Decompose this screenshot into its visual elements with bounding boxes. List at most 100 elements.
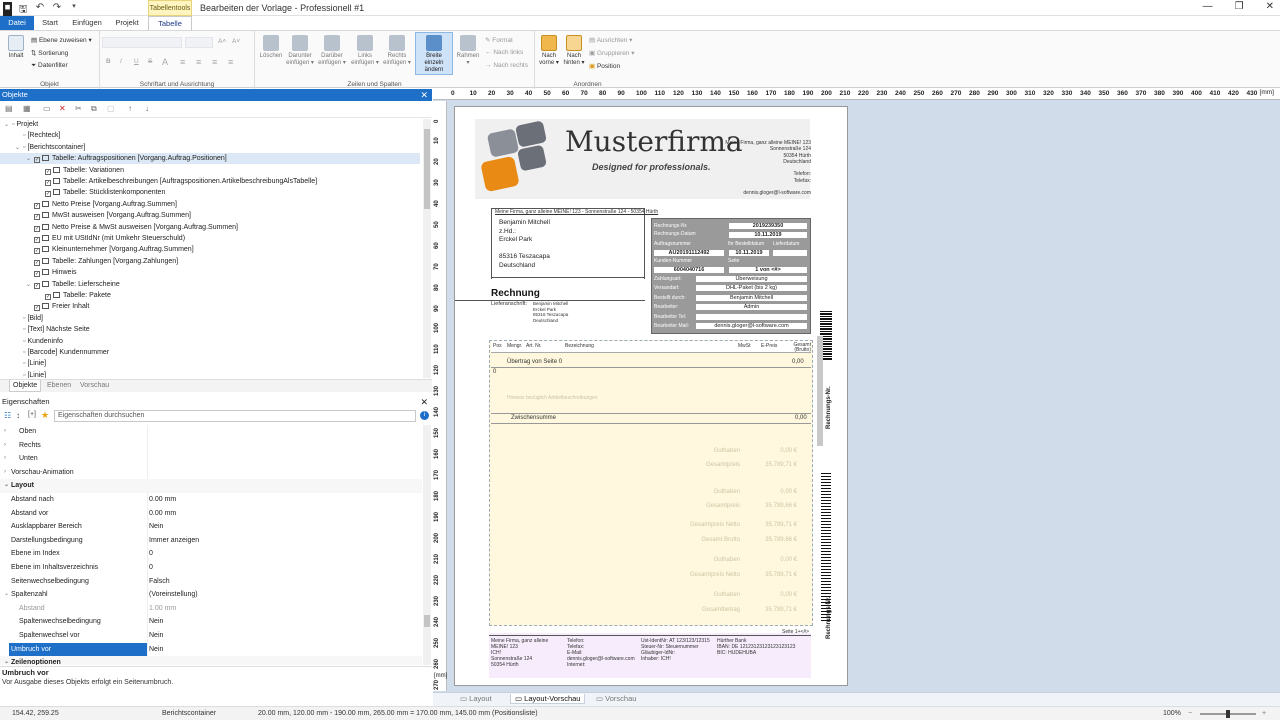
property-row[interactable]: ⌄ Spaltenzahl (Voreinstellung) [0, 588, 422, 602]
shrink-font-button[interactable]: A˅ [232, 38, 240, 45]
breite-einzeln-button[interactable]: Breite einzeln ändern [415, 32, 453, 75]
property-value[interactable]: Nein [149, 643, 163, 657]
tree-checkbox[interactable]: ✓ [45, 294, 51, 300]
property-row[interactable]: Ebene im Inhaltsverzeichnis 0 [0, 561, 422, 575]
property-value[interactable]: (Voreinstellung) [149, 588, 198, 602]
bold-button[interactable]: B [106, 58, 111, 65]
align-justify-icon[interactable]: ≡ [228, 57, 233, 67]
tree-checkbox[interactable]: ✓ [45, 191, 51, 198]
tree-item[interactable]: ✓ Tabelle: Artikelbeschreibungen [Auftrag… [37, 176, 317, 187]
property-value[interactable]: 0.00 mm [149, 493, 176, 507]
nach-hinten-button[interactable]: Nach hinten ▾ [562, 35, 586, 67]
delete-icon[interactable]: ✕ [59, 104, 66, 113]
underline-button[interactable]: U [134, 58, 139, 65]
nach-rechts-button[interactable]: → Nach rechts [485, 62, 528, 69]
property-row[interactable]: › Vorschau-Animation [0, 465, 422, 480]
tree-item[interactable]: ▫ [Bild] [15, 313, 43, 324]
property-row[interactable]: Abstand vor 0.00 mm [0, 506, 422, 521]
tree-expander-icon[interactable]: ⌄ [26, 154, 34, 165]
property-value[interactable]: Immer anzeigen [149, 534, 199, 548]
gruppieren-button[interactable]: ▣ Gruppieren ▾ [589, 49, 635, 57]
property-row[interactable]: Abstand nach 0.00 mm [0, 493, 422, 507]
canvas-scrollbar[interactable] [816, 326, 824, 696]
property-value[interactable]: 0 [149, 547, 153, 561]
move-up-icon[interactable]: ↑ [128, 104, 132, 113]
paste-icon[interactable]: ▢ [107, 104, 115, 113]
property-row[interactable]: Abstand 1.00 mm [0, 601, 422, 616]
tab-layout[interactable]: ▭ Layout [460, 694, 492, 703]
property-value[interactable]: Falsch [149, 575, 170, 589]
tree-checkbox[interactable]: ✓ [34, 202, 40, 209]
tree-checkbox[interactable]: ✓ [34, 248, 40, 255]
align-center-icon[interactable]: ≡ [196, 57, 201, 67]
tab-vorschau[interactable]: ▭ Vorschau [596, 694, 636, 703]
tab-start[interactable]: Start [36, 16, 64, 30]
tree-checkbox[interactable]: ✓ [34, 225, 40, 232]
tree-item[interactable]: ▫ Kundeninfo [15, 336, 63, 347]
tree-scrollbar[interactable] [423, 119, 431, 378]
close-button[interactable]: ✕ [1266, 1, 1274, 12]
nach-links-button[interactable]: ← Nach links [485, 49, 523, 56]
tree-checkbox[interactable]: ✓ [45, 180, 51, 186]
tree-expander-icon[interactable]: ⌄ [15, 143, 23, 154]
tree-checkbox[interactable]: ✓ [34, 214, 40, 221]
zoom-out-button[interactable]: − [1188, 707, 1192, 721]
tree-checkbox[interactable]: ✓ [34, 237, 40, 243]
align-left-icon[interactable]: ≡ [180, 57, 185, 67]
format-button[interactable]: ✎ Format [485, 36, 513, 44]
maximize-button[interactable]: ❐ [1235, 1, 1244, 12]
links-einfuegen-button[interactable]: Links einfügen ▾ [350, 35, 380, 67]
tree-item[interactable]: ✓ Freier Inhalt [26, 301, 89, 312]
tab-ebenen[interactable]: Ebenen [44, 380, 74, 392]
tree-item[interactable]: ✓ MwSt ausweisen [Vorgang.Auftrag.Summen] [26, 210, 191, 221]
tree-item[interactable]: ▫ [Barcode] Kundennummer [15, 347, 109, 358]
tab-projekt[interactable]: Projekt [110, 16, 144, 30]
property-expander-icon[interactable]: ⌄ [4, 588, 9, 602]
tab-tabelle[interactable]: Tabelle [148, 16, 192, 30]
strike-button[interactable]: S [148, 58, 152, 65]
property-row[interactable]: › Rechts [0, 438, 422, 453]
ausrichten-button[interactable]: ▤ Ausrichten ▾ [589, 36, 632, 44]
tab-datei[interactable]: Datei [0, 16, 34, 30]
tree-item[interactable]: ⌄ ✓ Tabelle: Auftragspositionen [Vorgang.A… [0, 153, 420, 165]
categorized-icon[interactable]: ☷ [4, 411, 11, 420]
duplicate-icon[interactable]: ⧉ [91, 104, 97, 114]
tree-checkbox[interactable]: ✓ [34, 271, 40, 278]
report-page[interactable]: Musterfirma Designed for professionals. … [454, 106, 848, 686]
darueber-einfuegen-button[interactable]: Darüber einfügen ▾ [317, 35, 347, 67]
properties-search-input[interactable]: Eigenschaften durchsuchen [54, 410, 416, 422]
property-expander-icon[interactable]: › [4, 439, 6, 453]
loeschen-button[interactable]: Löschen [257, 35, 285, 60]
property-value[interactable]: Nein [149, 520, 163, 534]
tree-item[interactable]: ⌄ ▫ Projekt [4, 119, 38, 130]
tree-item[interactable]: ▫ [Linie] [15, 370, 46, 378]
tree-item[interactable]: ✓ EU mit UStIdNr (mit Umkehr Steuerschuld… [26, 233, 185, 244]
property-row[interactable]: Seitenwechselbedingung Falsch [0, 574, 422, 589]
tab-einfuegen[interactable]: Einfügen [68, 16, 106, 30]
property-row[interactable]: Ebene im Index 0 [0, 547, 422, 561]
new-object-icon[interactable]: ▤ [5, 104, 13, 113]
tree-item[interactable]: ▫ [Rechteck] [15, 130, 61, 141]
darunter-einfuegen-button[interactable]: Darunter einfügen ▾ [285, 35, 315, 67]
close-properties-icon[interactable]: ✕ [420, 396, 428, 408]
close-objects-panel-icon[interactable]: ✕ [420, 89, 428, 101]
tree-item[interactable]: ✓ Tabelle: Stücklistenkomponenten [37, 187, 165, 198]
property-expander-icon[interactable]: › [4, 466, 6, 480]
tree-item[interactable]: ✓ Netto Preise & MwSt ausweisen [Vorgang.… [26, 222, 238, 233]
tree-item[interactable]: ⌄ ▫ [Berichtscontainer] [15, 142, 85, 153]
cut-icon[interactable]: ✂ [75, 104, 82, 113]
properties-icon[interactable]: ▦ [23, 104, 31, 113]
ebene-zuweisen-button[interactable]: ▤ Ebene zuweisen ▾ [31, 36, 92, 44]
font-color-icon[interactable]: A [162, 57, 168, 67]
property-row[interactable]: Spaltenwechsel vor Nein [0, 629, 422, 643]
info-icon[interactable]: i [420, 411, 429, 420]
tree-checkbox[interactable]: ✓ [45, 168, 51, 175]
property-value[interactable]: 0.00 mm [149, 507, 176, 521]
property-value[interactable]: 1.00 mm [149, 602, 176, 616]
logo-image[interactable] [477, 121, 559, 195]
property-row[interactable]: › Unten [0, 452, 422, 466]
move-down-icon[interactable]: ↓ [145, 104, 149, 113]
zoom-slider-thumb[interactable] [1226, 710, 1230, 718]
tree-item[interactable]: ▫ [Linie] [15, 358, 46, 369]
tree-checkbox[interactable]: ✓ [34, 259, 40, 266]
